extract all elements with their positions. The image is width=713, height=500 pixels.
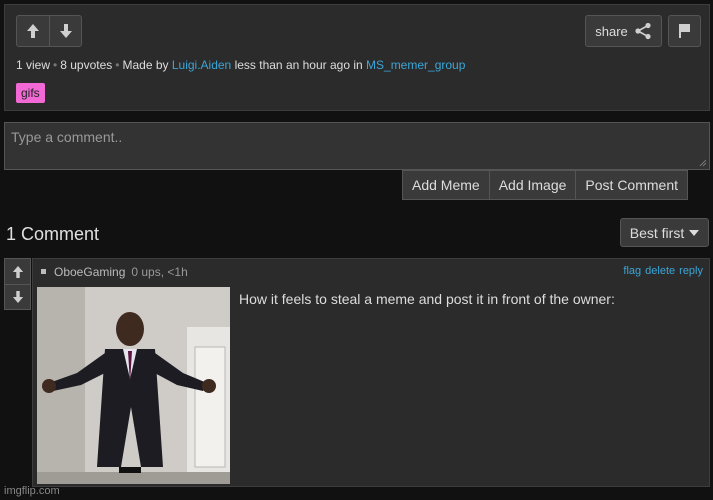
comment-upvote-button[interactable]	[5, 259, 30, 284]
comment-meme-image[interactable]	[37, 287, 230, 484]
flag-button[interactable]	[668, 15, 701, 47]
arrow-down-icon	[12, 291, 23, 303]
comment-downvote-button[interactable]	[5, 284, 30, 309]
group-link[interactable]: MS_memer_group	[366, 58, 465, 72]
post-meta: 1 view • 8 upvotes • Made by Luigi.Aiden les…	[16, 58, 466, 72]
caret-down-icon	[689, 229, 700, 236]
bullet-icon	[41, 269, 46, 275]
comment-header: OboeGaming 0 ups, <1h	[41, 265, 188, 279]
comment-text: How it feels to steal a meme and post it…	[239, 291, 615, 307]
comment-input[interactable]: Type a comment..	[4, 122, 710, 170]
author-link[interactable]: Luigi.Aiden	[172, 58, 231, 72]
arrow-up-icon	[12, 265, 23, 278]
post-time: less than an hour ago in	[234, 58, 363, 72]
share-icon	[635, 22, 651, 40]
sort-label: Best first	[629, 224, 685, 241]
view-count: 1 view	[16, 58, 51, 72]
comment-stats: 0 ups, <1h	[131, 265, 188, 279]
comment-reply-link[interactable]: reply	[679, 265, 703, 277]
add-meme-button[interactable]: Add Meme	[403, 171, 489, 199]
comment-delete-link[interactable]: delete	[645, 265, 675, 277]
comment: OboeGaming 0 ups, <1h flag delete reply How…	[32, 258, 710, 487]
sort-dropdown[interactable]: Best first	[620, 218, 709, 247]
upvote-count: 8 upvotes	[60, 58, 113, 72]
comment-flag-link[interactable]: flag	[623, 265, 641, 277]
comment-actions: flag delete reply	[619, 265, 703, 277]
downvote-button[interactable]	[49, 16, 81, 46]
post-panel: share 1 view • 8 upvotes • Made by Luigi.Aid…	[4, 4, 710, 111]
add-image-button[interactable]: Add Image	[488, 171, 576, 199]
upvote-button[interactable]	[17, 16, 49, 46]
comment-placeholder: Type a comment..	[11, 129, 123, 145]
share-button[interactable]: share	[585, 15, 662, 47]
arrow-down-icon	[59, 24, 72, 38]
comment-vote-group	[4, 258, 31, 310]
share-label: share	[595, 23, 628, 39]
resize-grip-icon[interactable]	[699, 159, 707, 167]
man-in-suit-image	[37, 287, 230, 484]
made-by-label: Made by	[122, 58, 169, 72]
post-comment-button[interactable]: Post Comment	[575, 171, 687, 199]
comment-username[interactable]: OboeGaming	[54, 265, 125, 279]
flag-icon	[678, 24, 690, 38]
comment-button-row: Add Meme Add Image Post Comment	[402, 170, 689, 200]
post-vote-group	[16, 15, 82, 47]
arrow-up-icon	[27, 24, 39, 38]
comment-count: 1 Comment	[6, 224, 100, 244]
imgflip-watermark: imgflip.com	[4, 485, 60, 497]
tag-gifs[interactable]: gifs	[16, 83, 45, 103]
